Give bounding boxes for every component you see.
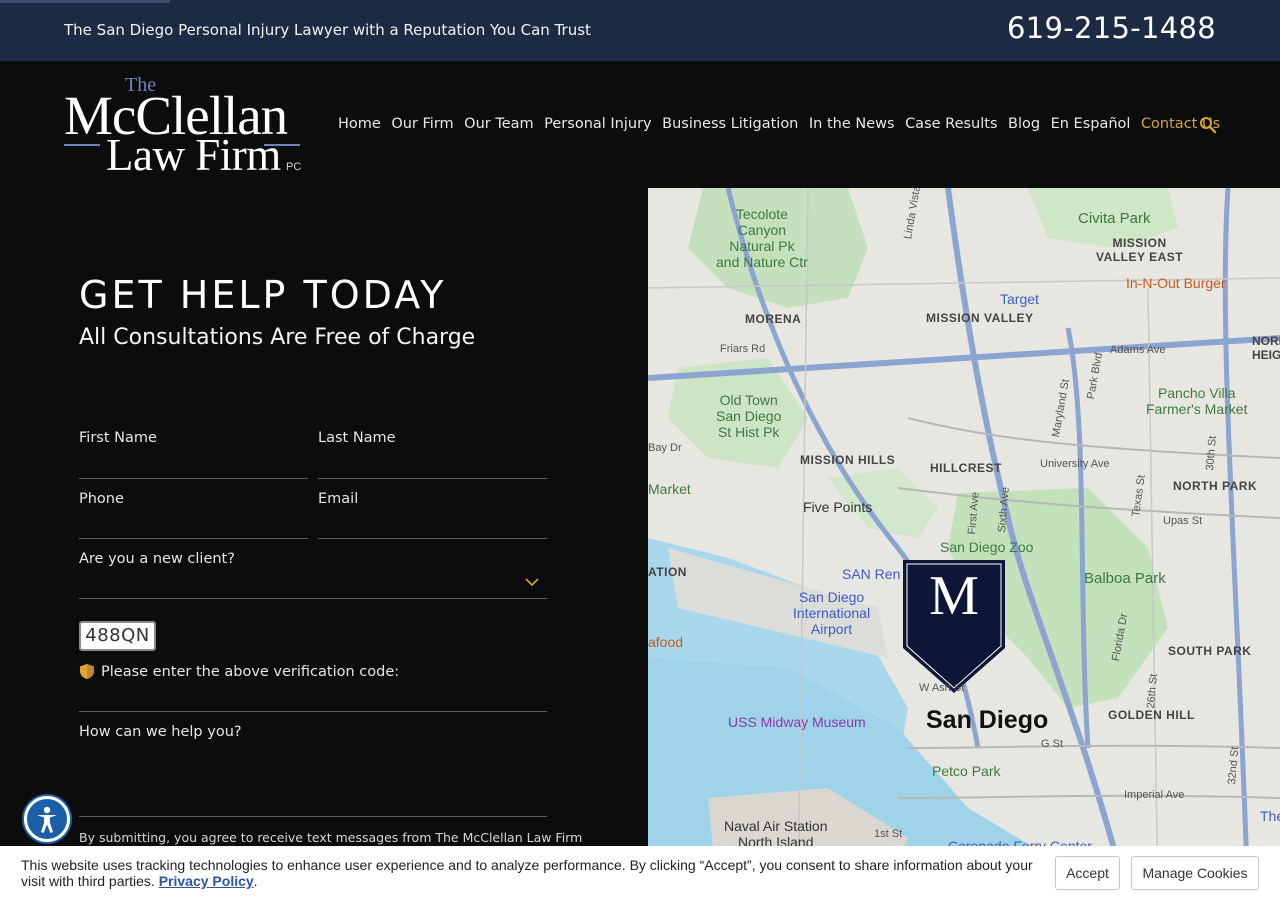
form-title: GET HELP TODAY	[79, 273, 447, 317]
help-textarea[interactable]: How can we help you?	[79, 724, 547, 817]
map-label-petco: Petco Park	[932, 763, 1001, 779]
new-client-label: Are you a new client?	[79, 551, 235, 567]
manage-cookies-button[interactable]: Manage Cookies	[1131, 856, 1259, 890]
first-name-field[interactable]: First Name	[79, 430, 308, 479]
logo-law-firm: Law Firm	[106, 130, 281, 180]
cookie-text-block: This website uses tracking technologies …	[21, 857, 1041, 889]
help-label: How can we help you?	[79, 724, 242, 740]
verification-prompt: Please enter the above verification code…	[79, 663, 399, 680]
map-label-adams: Adams Ave	[1110, 344, 1166, 356]
map-label-hillcrest: HILLCREST	[930, 461, 1002, 475]
nav-home[interactable]: Home	[338, 116, 381, 132]
accessibility-icon	[37, 806, 57, 833]
top-accent-line	[0, 0, 170, 3]
map-label-tecolote: Tecolote Canyon Natural Pk and Nature Ct…	[716, 206, 808, 270]
map-label-north-park: NORTH PARK	[1173, 479, 1258, 493]
office-map[interactable]: Tecolote Canyon Natural Pk and Nature Ct…	[648, 188, 1280, 900]
first-name-label: First Name	[79, 430, 157, 446]
cookie-period: .	[253, 873, 258, 889]
new-client-select[interactable]: Are you a new client?	[79, 551, 547, 599]
nav-en-espanol[interactable]: En Español	[1051, 116, 1131, 132]
accessibility-button[interactable]	[24, 796, 70, 842]
last-name-field[interactable]: Last Name	[318, 430, 547, 479]
map-label-g-st: G St	[1041, 738, 1064, 750]
map-label-uss-midway: USS Midway Museum	[728, 714, 866, 730]
logo-rule-left	[64, 144, 100, 146]
chevron-down-icon	[525, 578, 539, 587]
form-subtitle: All Consultations Are Free of Charge	[79, 325, 476, 350]
nav-in-the-news[interactable]: In the News	[809, 116, 895, 132]
email-field[interactable]: Email	[318, 491, 547, 539]
nav-our-firm[interactable]: Our Firm	[391, 116, 453, 132]
map-label-south-park: SOUTH PARK	[1168, 644, 1252, 658]
accept-button[interactable]: Accept	[1055, 856, 1120, 890]
nav-personal-injury[interactable]: Personal Injury	[544, 116, 651, 132]
map-label-san-ren: SAN Ren	[842, 566, 901, 582]
map-label-ation: ATION	[648, 565, 687, 579]
map-label-target: Target	[1000, 291, 1039, 307]
map-label-the: The	[1260, 808, 1280, 824]
nav-our-team[interactable]: Our Team	[464, 116, 534, 132]
map-label-seafood: afood	[648, 634, 684, 650]
map-label-in-n-out: In-N-Out Burger	[1126, 275, 1226, 291]
phone-label: Phone	[79, 491, 124, 507]
map-marker-logo[interactable]: M	[924, 568, 984, 624]
nav-case-results[interactable]: Case Results	[905, 116, 997, 132]
map-label-1st-st: 1st St	[874, 828, 903, 840]
shield-icon	[80, 664, 94, 679]
sms-consent-text: By submitting, you agree to receive text…	[79, 830, 583, 845]
last-name-label: Last Name	[318, 430, 396, 446]
map-label-w-ash: W Ash St	[919, 682, 965, 694]
map-label-airport: San Diego International Airport	[793, 589, 871, 637]
map-label-mission-valley: MISSION VALLEY	[926, 311, 1034, 325]
map-label-mission-valley-east: MISSION VALLEY EAST	[1096, 236, 1184, 264]
map-label-old-town: Old Town San Diego St Hist Pk	[716, 392, 782, 440]
map-label-mission-hills: MISSION HILLS	[800, 453, 896, 467]
map-label-university: University Ave	[1040, 458, 1110, 470]
map-label-civita: Civita Park	[1078, 210, 1151, 227]
captcha-image: 488QN	[79, 621, 156, 651]
phone-link[interactable]: 619-215-1488	[1007, 11, 1216, 45]
map-label-normal-heights: NORM HEIGH	[1252, 334, 1280, 362]
map-label-sd-zoo: San Diego Zoo	[940, 539, 1034, 555]
nav-blog[interactable]: Blog	[1008, 116, 1040, 132]
main-nav: Home Our Firm Our Team Personal Injury B…	[338, 116, 1231, 132]
verify-label: Please enter the above verification code…	[101, 663, 400, 680]
top-bar: The San Diego Personal Injury Lawyer wit…	[0, 0, 1280, 61]
search-icon[interactable]	[1199, 116, 1217, 134]
map-label-five-points: Five Points	[803, 499, 873, 515]
logo[interactable]: The McClellan Law Firm PC	[64, 74, 304, 178]
map-label-pancho-villa: Pancho Villa Farmer's Market	[1146, 385, 1248, 417]
map-label-bay-dr: Bay Dr	[648, 442, 682, 454]
verification-code-input[interactable]	[79, 686, 547, 712]
phone-field[interactable]: Phone	[79, 491, 308, 539]
nav-business-litigation[interactable]: Business Litigation	[662, 116, 798, 132]
map-label-market: Market	[648, 481, 691, 497]
tagline: The San Diego Personal Injury Lawyer wit…	[64, 21, 591, 39]
map-label-golden-hill: GOLDEN HILL	[1108, 708, 1195, 722]
map-label-imperial: Imperial Ave	[1124, 789, 1185, 801]
map-label-morena: MORENA	[745, 312, 802, 326]
map-label-san-diego: San Diego	[926, 706, 1049, 734]
map-label-friars: Friars Rd	[720, 343, 766, 355]
logo-pc: PC	[286, 161, 302, 173]
email-label: Email	[318, 491, 359, 507]
map-label-balboa: Balboa Park	[1084, 570, 1166, 587]
cookie-banner: This website uses tracking technologies …	[0, 846, 1280, 900]
map-label-upas: Upas St	[1163, 515, 1203, 527]
privacy-policy-link[interactable]: Privacy Policy	[159, 873, 254, 889]
